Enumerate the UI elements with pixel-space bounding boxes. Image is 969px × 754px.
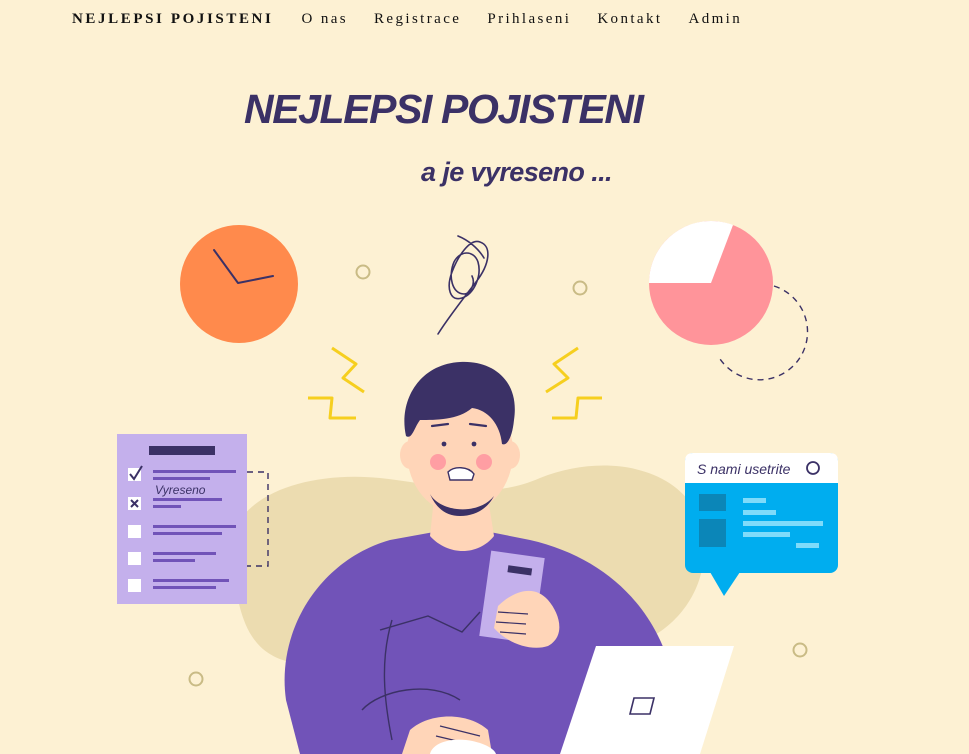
checkbox-icon [128,552,141,565]
checkbox-icon [128,579,141,592]
decor-circle-icon [792,642,808,658]
chat-bubble-text: S nami usetrite [697,461,791,477]
pie-chart-icon [649,220,809,381]
decor-circle-icon [572,280,588,296]
cross-icon [128,497,141,510]
decor-circle-icon [188,671,204,687]
hero-illustration: Vyreseno S nami usetrite NEJLEPSI POJIST… [0,0,969,754]
hero-title: NEJLEPSI POJISTENI [244,86,644,132]
clock-icon [180,225,298,343]
checkbox-icon [128,525,141,538]
checklist-card: Vyreseno [117,434,269,604]
scribble-icon [437,235,489,335]
check-icon [128,465,143,481]
spark-right-icon [545,346,602,420]
hero-subtitle: a je vyreseno ... [421,157,613,187]
spark-left-icon [308,346,365,420]
decor-circle-icon [355,264,371,280]
checklist-item-text: Vyreseno [155,483,206,497]
chat-bubble: S nami usetrite [685,453,838,596]
